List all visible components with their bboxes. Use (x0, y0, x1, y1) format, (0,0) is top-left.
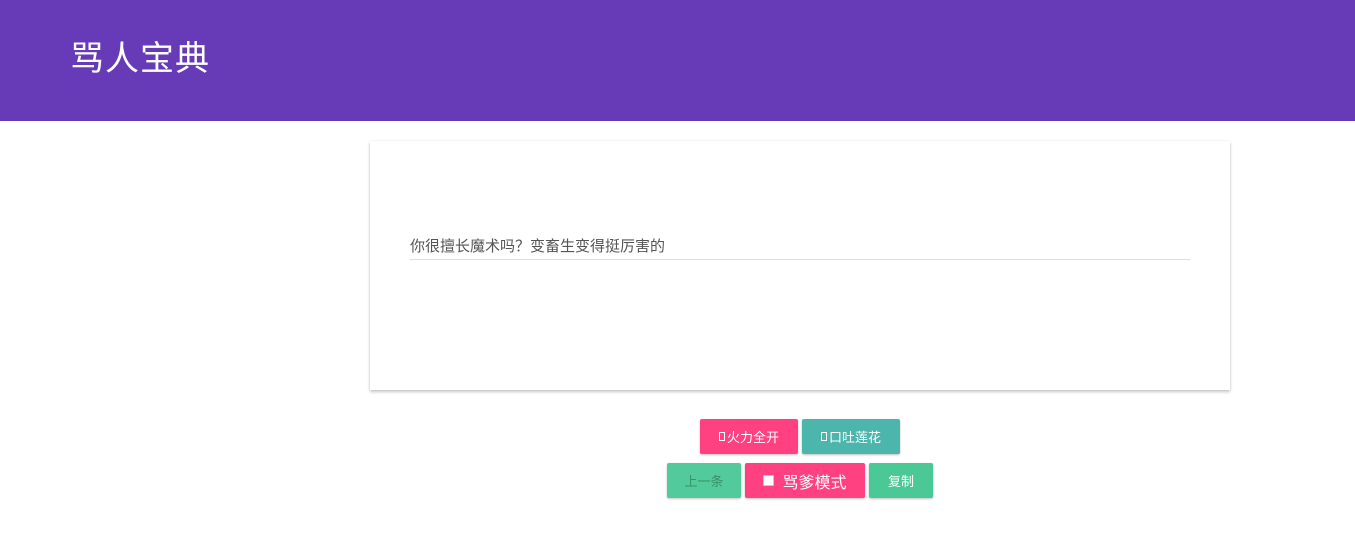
scold-dad-mode-toggle[interactable]: 骂爹模式 (745, 463, 865, 498)
missing-glyph-icon (820, 432, 827, 441)
sentence-card: 你很擅长魔术吗？变畜生变得挺厉害的 (370, 141, 1230, 390)
fire-full-label: 火力全开 (726, 431, 779, 446)
scold-dad-mode-label: 骂爹模式 (782, 472, 847, 492)
copy-button[interactable]: 复制 (869, 463, 933, 498)
sentence-text: 你很擅长魔术吗？变畜生变得挺厉害的 (410, 237, 666, 255)
checkbox-icon[interactable] (763, 475, 775, 486)
copy-label: 复制 (887, 475, 914, 490)
app-header: 骂人宝典 (0, 0, 1355, 121)
lotus-mouth-button[interactable]: 口吐莲花 (802, 419, 900, 454)
sentence-display: 你很擅长魔术吗？变畜生变得挺厉害的 (410, 234, 1190, 260)
page-title: 骂人宝典 (70, 39, 210, 79)
lotus-mouth-label: 口吐莲花 (828, 431, 881, 446)
fire-full-button[interactable]: 火力全开 (700, 419, 798, 454)
missing-glyph-icon (718, 432, 725, 441)
previous-label: 上一条 (684, 475, 724, 490)
previous-button[interactable]: 上一条 (667, 463, 741, 498)
